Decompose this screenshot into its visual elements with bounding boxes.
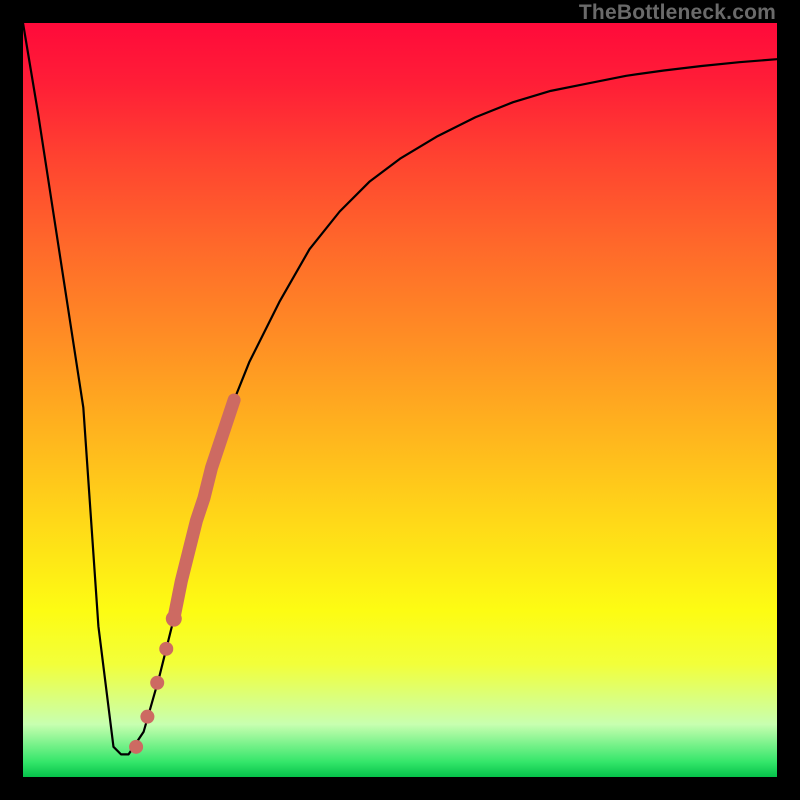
highlight-dot	[129, 740, 143, 754]
highlight-dots	[129, 611, 182, 754]
highlight-dot	[166, 611, 182, 627]
plot-area	[23, 23, 777, 777]
highlight-dot	[140, 710, 154, 724]
bottleneck-curve	[23, 23, 777, 754]
chart-frame: TheBottleneck.com	[0, 0, 800, 800]
highlight-dot	[150, 676, 164, 690]
highlight-segment	[174, 400, 234, 619]
chart-svg	[23, 23, 777, 777]
highlight-dot	[159, 642, 173, 656]
watermark-text: TheBottleneck.com	[579, 1, 776, 25]
